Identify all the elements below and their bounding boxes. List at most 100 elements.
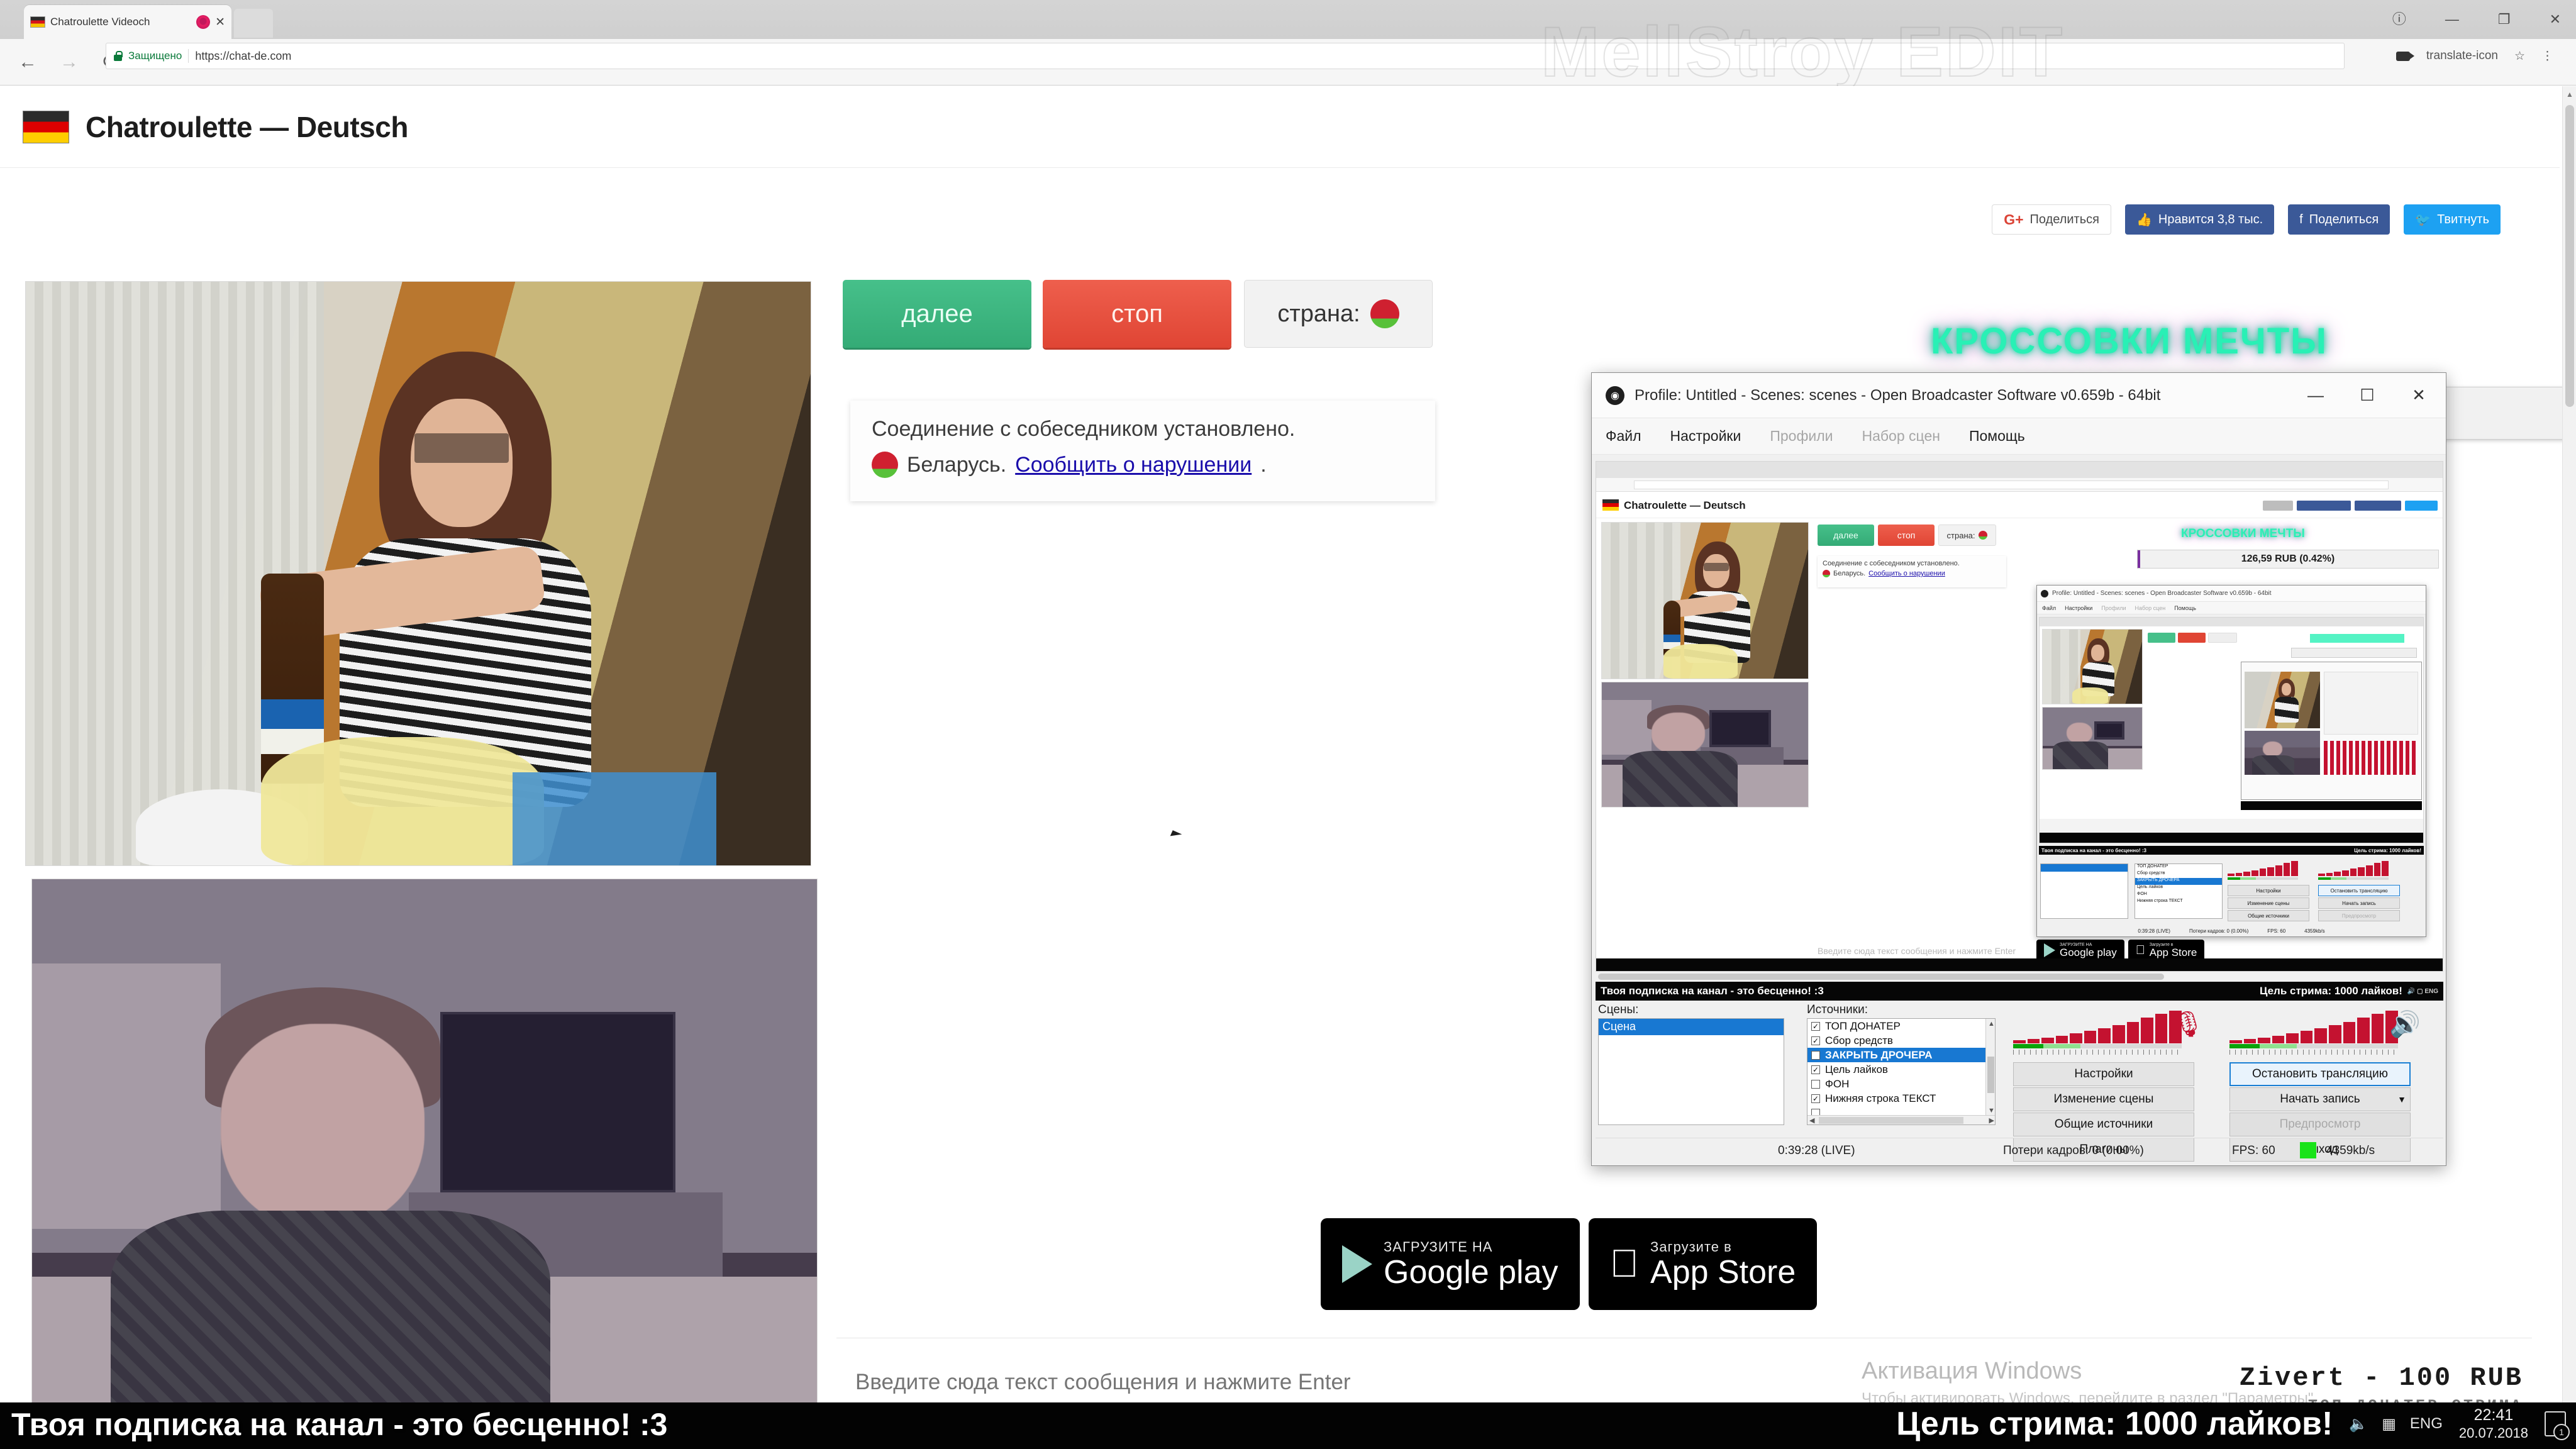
bookmark-icon[interactable]: ☆ — [2514, 49, 2525, 64]
browser-tab[interactable]: Chatroulette Videoch ✕ — [24, 5, 231, 39]
gplus-share-button[interactable]: G+ Поделиться — [1992, 204, 2111, 235]
source-row[interactable]: ✓ ТОП ДОНАТЕР — [1807, 1019, 1995, 1033]
facebook-icon: f — [2299, 212, 2303, 226]
mirrored-next-button: далее — [1818, 525, 1874, 546]
connection-notice: Соединение с собеседником установлено. Б… — [850, 401, 1435, 501]
mirrored-report-link: Сообщить о нарушении — [1868, 570, 1945, 577]
obs-window[interactable]: ◉ Profile: Untitled - Scenes: scenes - O… — [1591, 372, 2446, 1166]
google-play-big: Google play — [1384, 1253, 1558, 1291]
next-button[interactable]: далее — [843, 280, 1031, 348]
translate-icon[interactable]: translate-icon — [2426, 49, 2498, 63]
scrollbar-thumb[interactable] — [1819, 1117, 1963, 1124]
mirrored-menu-settings: Настройки — [2065, 604, 2093, 611]
twitter-share-button[interactable]: 🐦 Твитнуть — [2404, 204, 2501, 235]
source-row[interactable]: ✓ Нижняя строка ТЕКСТ — [1807, 1091, 1995, 1106]
mirrored-source-0: ТОП ДОНАТЕР — [2137, 864, 2168, 869]
mirrored-message-placeholder: Введите сюда текст сообщения и нажмите E… — [1818, 946, 2016, 956]
facebook-share-button[interactable]: f Поделиться — [2288, 204, 2390, 235]
mirrored-menu-file: Файл — [2042, 604, 2057, 611]
mirrored-gp-big: Google play — [2060, 947, 2117, 958]
microphone-icon[interactable]: 🎙 — [2172, 1012, 2204, 1037]
close-icon[interactable]: ✕ — [2550, 13, 2561, 26]
facebook-like-button[interactable]: 👍 Нравится 3,8 тыс. — [2124, 204, 2275, 235]
german-flag-icon — [30, 16, 45, 28]
page-scrollbar[interactable]: ▲ ▼ — [2562, 86, 2576, 1449]
scrollbar-thumb[interactable] — [1987, 1057, 1994, 1093]
facebook-like-label: Нравится 3,8 тыс. — [2158, 212, 2263, 226]
sources-list[interactable]: ✓ ТОП ДОНАТЕР ✓ Сбор средств ЗАКРЫТЬ ДРО… — [1807, 1018, 1996, 1125]
network-icon[interactable]: ▦ — [2382, 1415, 2396, 1433]
source-row[interactable]: ✓ Цель лайков — [1807, 1062, 1995, 1077]
obs-title-bar: ◉ Profile: Untitled - Scenes: scenes - O… — [1592, 373, 2446, 418]
checkbox-icon[interactable]: ✓ — [1811, 1036, 1820, 1045]
new-tab-button[interactable] — [234, 9, 273, 38]
close-icon[interactable]: ✕ — [2398, 386, 2440, 405]
clock[interactable]: 22:41 20.07.2018 — [2459, 1406, 2528, 1441]
mirrored-sources-list: ТОП ДОНАТЕР Сбор средств ЗАКРЫТЬ ДРОЧЕРА… — [2135, 863, 2223, 919]
source-row[interactable]: ФОН — [1807, 1077, 1995, 1091]
scroll-right-icon[interactable]: ▶ — [1989, 1116, 1994, 1124]
checkbox-icon[interactable] — [1811, 1050, 1820, 1060]
global-sources-button[interactable]: Общие источники — [2013, 1113, 2194, 1136]
menu-icon[interactable]: ⋮ — [2541, 49, 2553, 64]
mirrored-status-dropped: Потери кадров: 0 (0.00%) — [2189, 928, 2249, 934]
notification-icon[interactable] — [2545, 1411, 2570, 1440]
scenes-list[interactable]: Сцена — [1598, 1018, 1784, 1125]
stop-stream-button[interactable]: Остановить трансляцию — [2229, 1062, 2411, 1086]
menu-item-help[interactable]: Помощь — [1969, 428, 2025, 445]
scroll-up-icon[interactable]: ▲ — [1988, 1020, 1995, 1028]
profile-icon[interactable]: ⓘ — [2392, 13, 2406, 26]
speaker-icon[interactable]: 🔊 — [2389, 1012, 2421, 1037]
menu-item-profiles[interactable]: Профили — [1770, 428, 1833, 445]
google-play-badge[interactable]: ЗАГРУЗИТЕ НА Google play — [1321, 1218, 1580, 1310]
forward-icon[interactable]: → — [55, 52, 83, 73]
stop-button[interactable]: стоп — [1043, 280, 1231, 348]
app-store-big: App Store — [1621, 1253, 1796, 1291]
obs-preview-canvas[interactable]: Chatroulette — Deutsch далее стоп страна… — [1596, 461, 2443, 972]
checkbox-icon[interactable]: ✓ — [1811, 1065, 1820, 1074]
checkbox-icon[interactable]: ✓ — [1811, 1094, 1820, 1103]
app-store-badge[interactable]:  Загрузите в App Store — [1588, 1218, 1818, 1310]
local-video-frame — [32, 879, 817, 1449]
obs-preview-hscrollbar[interactable] — [1596, 972, 2443, 982]
stream-overlay-left-text: Твоя подписка на канал - это бесценно! :… — [1601, 985, 1824, 997]
back-icon[interactable]: ← — [14, 52, 42, 73]
language-indicator[interactable]: ENG — [2410, 1415, 2443, 1433]
social-share-row: G+ Поделиться 👍 Нравится 3,8 тыс. f Поде… — [1992, 204, 2501, 235]
maximize-icon[interactable]: ☐ — [2346, 386, 2388, 405]
scroll-up-icon[interactable]: ▲ — [2566, 90, 2573, 99]
volume-icon[interactable]: 🔈 — [2349, 1415, 2368, 1433]
start-record-button[interactable]: Начать запись ▼ — [2229, 1087, 2411, 1111]
top-donater-amount: Zivert - 100 RUB — [2239, 1363, 2523, 1393]
scroll-down-icon[interactable]: ▼ — [1988, 1107, 1995, 1114]
microphone-level-meter: 🎙 — [2013, 1011, 2204, 1057]
close-icon[interactable]: ✕ — [215, 16, 225, 28]
sources-vscrollbar[interactable]: ▲ ▼ — [1985, 1019, 1995, 1116]
menu-item-file[interactable]: Файл — [1606, 428, 1641, 445]
scene-item[interactable]: Сцена — [1599, 1019, 1784, 1035]
local-video-panel[interactable] — [31, 879, 818, 1449]
minimize-icon[interactable]: — — [2295, 386, 2336, 405]
checkbox-icon[interactable] — [1811, 1079, 1820, 1089]
stream-time: 0:39:28 (LIVE) — [1778, 1143, 1855, 1157]
menu-item-scene-collection[interactable]: Набор сцен — [1862, 428, 1940, 445]
scroll-left-icon[interactable]: ◀ — [1809, 1116, 1814, 1124]
chevron-down-icon[interactable]: ▼ — [2397, 1094, 2406, 1104]
mirrored-menu-help: Помощь — [2174, 604, 2196, 611]
menu-item-settings[interactable]: Настройки — [1670, 428, 1741, 445]
remote-video-panel[interactable] — [25, 281, 811, 866]
source-row-selected[interactable]: ЗАКРЫТЬ ДРОЧЕРА — [1807, 1048, 1995, 1062]
edit-scene-button[interactable]: Изменение сцены — [2013, 1087, 2194, 1111]
settings-button[interactable]: Настройки — [2013, 1062, 2194, 1086]
camera-icon[interactable] — [2396, 51, 2414, 61]
sources-hscrollbar[interactable]: ◀ ▶ — [1807, 1115, 1995, 1124]
report-abuse-link[interactable]: Сообщить о нарушении — [1015, 453, 1252, 477]
minimize-icon[interactable]: — — [2445, 13, 2459, 26]
google-play-icon — [1342, 1245, 1372, 1283]
country-selector[interactable]: страна: — [1244, 280, 1433, 348]
sources-label: Источники: — [1807, 1003, 1868, 1016]
checkbox-icon[interactable]: ✓ — [1811, 1021, 1820, 1031]
maximize-icon[interactable]: ❐ — [2498, 13, 2511, 26]
source-row[interactable]: ✓ Сбор средств — [1807, 1033, 1995, 1048]
scrollbar-thumb[interactable] — [2565, 105, 2574, 407]
